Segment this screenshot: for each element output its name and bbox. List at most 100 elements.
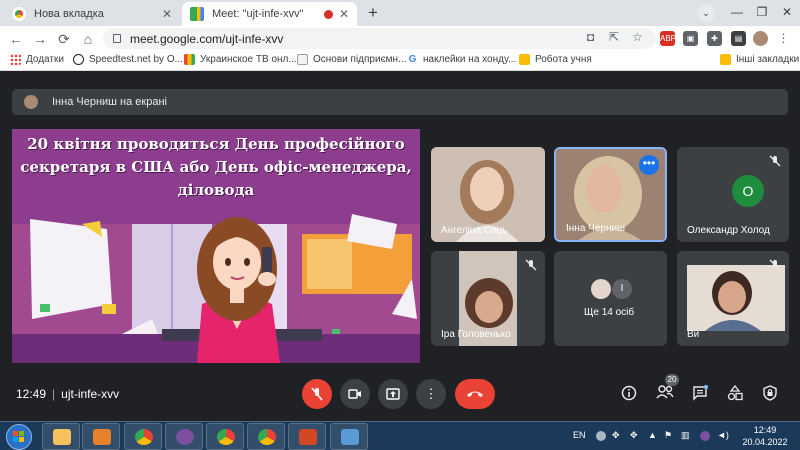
bookmark-item[interactable]: Основи підприємн...	[297, 54, 406, 65]
new-tab-button[interactable]: +	[363, 3, 383, 23]
window-close-button[interactable]: ✕	[772, 0, 800, 26]
adblock-icon[interactable]: ABP	[660, 31, 676, 46]
puzzle-icon[interactable]: ✚	[707, 31, 722, 46]
start-button[interactable]	[6, 424, 32, 450]
avatar: І	[612, 279, 632, 299]
hangup-icon	[467, 391, 483, 397]
participant-tile[interactable]: ••• Інна Черниш	[554, 147, 667, 242]
meeting-time: 12:49	[16, 387, 47, 401]
chat-icon	[693, 384, 709, 401]
activities-icon	[727, 384, 743, 401]
more-options-icon[interactable]: •••	[639, 155, 659, 175]
tray-icon[interactable]: ✥	[630, 430, 638, 441]
taskbar-chrome-3[interactable]	[247, 423, 285, 450]
close-icon[interactable]: ✕	[162, 7, 172, 21]
others-tile[interactable]: І Ще 14 осіб	[554, 251, 667, 346]
taskbar-chrome-2[interactable]	[206, 423, 244, 450]
forward-button[interactable]: →	[30, 29, 50, 49]
clock[interactable]: 12:49 20.04.2022	[740, 424, 790, 448]
speedtest-icon	[73, 54, 84, 65]
window-icon	[341, 429, 359, 445]
camera-in-use-icon[interactable]: ◘	[587, 30, 594, 44]
google-icon: G	[408, 54, 417, 65]
participant-name: Інна Черниш	[566, 223, 626, 234]
meet-control-bar: 12:49 | ujt-infe-xvv ⋮ 20	[0, 373, 800, 421]
participant-tile[interactable]: Іра Головенько	[431, 251, 545, 346]
people-button[interactable]	[656, 385, 674, 403]
home-button[interactable]: ⌂	[78, 29, 98, 49]
taskbar-chrome[interactable]	[124, 423, 162, 450]
more-options-button[interactable]: ⋮	[416, 379, 446, 409]
bookmark-item[interactable]: Украинское ТВ онл...	[184, 54, 297, 65]
avatar	[591, 279, 611, 299]
tab-strip: Нова вкладка ✕ Meet: "ujt-infe-xvv" ✕ + …	[0, 0, 800, 26]
shield-lock-icon	[763, 385, 777, 401]
camera-button[interactable]	[340, 379, 370, 409]
chrome-icon	[217, 429, 235, 445]
taskbar-window[interactable]	[330, 423, 368, 450]
tab-new-tab[interactable]: Нова вкладка ✕	[4, 2, 180, 26]
taskbar-viber[interactable]	[165, 423, 203, 450]
mic-off-icon	[525, 259, 537, 271]
menu-icon[interactable]: ⋮	[776, 31, 791, 46]
meeting-info: 12:49 | ujt-infe-xvv	[16, 387, 120, 401]
chrome-icon	[135, 429, 153, 445]
taskbar-explorer[interactable]	[42, 423, 80, 450]
skype-icon[interactable]	[596, 431, 606, 441]
participant-tile[interactable]: Ангеліна Соць	[431, 147, 545, 242]
language-indicator[interactable]: EN	[573, 430, 586, 440]
activities-button[interactable]	[726, 384, 744, 403]
extension-icon[interactable]: ▣	[683, 31, 698, 46]
bookmark-item[interactable]: Speedtest.net by O...	[73, 54, 183, 65]
participant-name: Ангеліна Соць	[441, 225, 508, 236]
viber-icon	[176, 429, 194, 445]
slide-title: 20 квітня проводиться День професійного …	[20, 135, 412, 199]
tray-icon[interactable]: ▲	[648, 430, 657, 440]
host-controls-button[interactable]	[761, 385, 779, 403]
tab-meet[interactable]: Meet: "ujt-infe-xvv" ✕	[182, 2, 357, 26]
chat-button[interactable]	[691, 384, 709, 403]
mic-off-button[interactable]	[302, 379, 332, 409]
reload-button[interactable]: ⟳	[54, 29, 74, 49]
participant-name: Олександр Холод	[687, 225, 770, 236]
mic-off-icon	[769, 259, 781, 271]
tab-title: Нова вкладка	[34, 8, 104, 20]
windows-taskbar: EN ✥ ✥ ▲ ⚑ ▥ ◄) 12:49 20.04.2022	[0, 421, 800, 450]
info-icon	[621, 385, 637, 401]
tab-search-button[interactable]: ⌄	[697, 4, 715, 22]
network-icon[interactable]: ▥	[681, 430, 690, 441]
bookmark-item[interactable]: Робота учня	[519, 54, 592, 65]
tray-icon[interactable]: ✥	[612, 430, 620, 441]
people-icon	[656, 385, 674, 399]
present-screen-button[interactable]	[378, 379, 408, 409]
other-bookmarks[interactable]: Інші закладки	[720, 54, 799, 65]
apps-grid-icon	[10, 54, 21, 65]
bookmark-item[interactable]: Додатки	[10, 54, 64, 65]
flag-icon[interactable]: ⚑	[664, 430, 672, 441]
leave-call-button[interactable]	[455, 379, 495, 409]
windows-logo-icon	[13, 431, 24, 442]
doc-icon	[297, 54, 308, 65]
taskbar-media-player[interactable]	[82, 423, 120, 450]
participant-tile[interactable]: О Олександр Холод	[677, 147, 789, 242]
share-icon[interactable]: ⇱	[609, 30, 619, 44]
avatar: О	[732, 175, 764, 207]
viber-icon[interactable]	[700, 431, 710, 441]
powerpoint-icon	[299, 429, 317, 445]
media-player-icon	[93, 429, 111, 445]
volume-icon[interactable]: ◄)	[717, 430, 729, 440]
chrome-icon	[258, 429, 276, 445]
meeting-details-button[interactable]	[620, 385, 638, 403]
close-icon[interactable]: ✕	[339, 7, 349, 21]
reading-list-icon[interactable]: ▤	[731, 31, 746, 46]
folder-icon	[720, 54, 731, 65]
address-bar[interactable]: meet.google.com/ujt-infe-xvv	[103, 28, 656, 49]
bookmark-star-icon[interactable]: ☆	[632, 30, 643, 44]
bookmark-item[interactable]: G наклейки на хонду...	[407, 54, 517, 65]
participant-tile[interactable]: Ви	[677, 251, 789, 346]
others-count: Ще 14 осіб	[584, 307, 635, 318]
tv-icon	[184, 54, 195, 65]
profile-avatar[interactable]	[753, 31, 768, 46]
back-button[interactable]: ←	[6, 29, 26, 49]
taskbar-powerpoint[interactable]	[288, 423, 326, 450]
